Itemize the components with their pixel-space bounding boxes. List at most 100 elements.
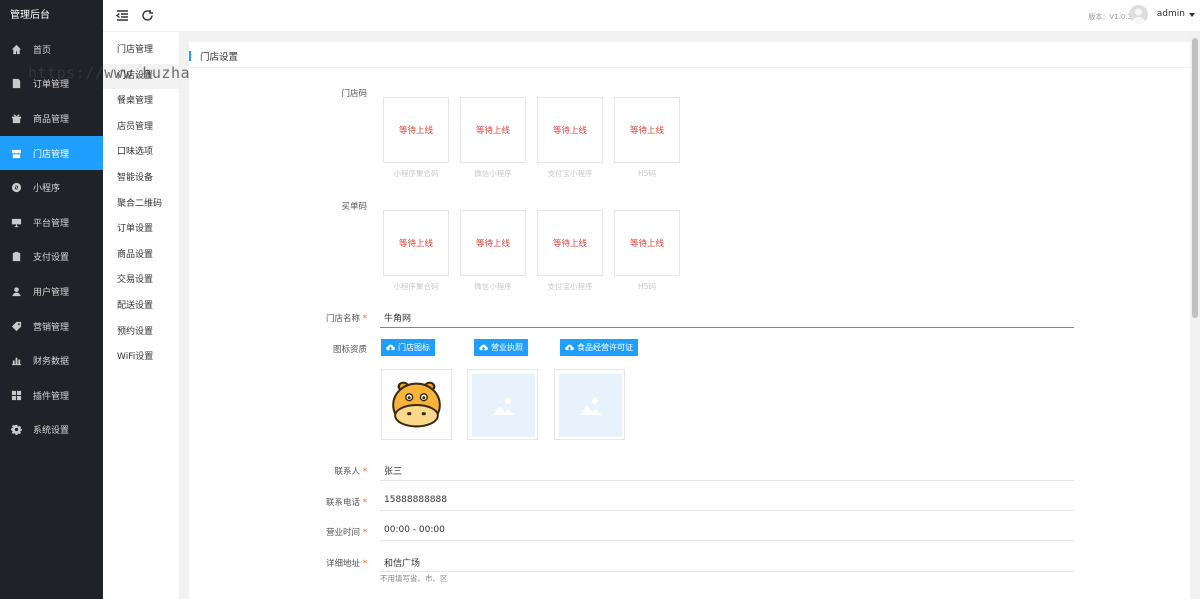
address-hint: 不用填写省、市、区 <box>380 574 448 583</box>
nav-item-label: 商品管理 <box>33 114 70 125</box>
chevron-down-icon[interactable] <box>1189 13 1195 17</box>
upload-button[interactable]: 门店图标 <box>381 339 435 356</box>
phone-underline <box>380 510 1074 511</box>
settings-card: 门店设置 门店码 等待上线 小程序聚合码 等待上线 微信小程序 等待上线 支付宝小程序 等待… <box>188 42 1190 599</box>
food-permit-preview[interactable] <box>554 369 625 440</box>
qr-code-caption: 微信小程序 <box>474 169 512 178</box>
qr-code-box[interactable]: 等待上线 <box>383 97 449 163</box>
gift-icon <box>11 113 22 124</box>
nav-item[interactable]: 支付设置 <box>0 240 103 275</box>
sub-menu-item[interactable]: 店员管理 <box>103 115 179 141</box>
store-code-label: 门店码 <box>341 89 367 99</box>
sub-menu-item[interactable]: 智能设备 <box>103 166 179 192</box>
upload-button[interactable]: 食品经营许可证 <box>560 339 638 356</box>
qr-code-caption: H5码 <box>638 282 656 291</box>
cloud-upload-icon <box>565 344 574 351</box>
upload-button-label: 门店图标 <box>398 343 430 352</box>
sub-menu-item[interactable]: WiFi设置 <box>103 345 179 371</box>
pay-code-label: 买单码 <box>341 202 367 212</box>
nav-item[interactable]: 系统设置 <box>0 413 103 448</box>
license-preview[interactable] <box>467 369 538 440</box>
upload-button[interactable]: 营业执照 <box>474 339 528 356</box>
scrollbar[interactable] <box>1190 32 1200 599</box>
phone-label: 联系电话 * <box>326 498 367 508</box>
contact-underline <box>380 480 1074 481</box>
version-label: 版本：V1.0.3 <box>1088 13 1132 21</box>
page-title: 门店设置 <box>188 49 238 63</box>
qr-code-box[interactable]: 等待上线 <box>537 97 603 163</box>
address-underline <box>380 571 1074 572</box>
hippo-logo-icon <box>392 381 441 428</box>
bar-chart-icon <box>11 355 22 366</box>
image-icon <box>492 397 515 415</box>
store-icon-preview[interactable] <box>381 369 452 440</box>
store-icon <box>11 148 22 159</box>
store-name-underline <box>380 327 1074 328</box>
qr-code-box[interactable]: 等待上线 <box>614 210 680 276</box>
nav-item[interactable]: 平台管理 <box>0 205 103 240</box>
contact-label: 联系人 * <box>334 467 367 477</box>
user-icon <box>11 286 22 297</box>
sub-menu-item[interactable]: 交易设置 <box>103 268 179 294</box>
nav-item-label: 小程序 <box>33 184 61 195</box>
qr-code-caption: 微信小程序 <box>474 282 512 291</box>
sub-menu-item[interactable]: 聚合二维码 <box>103 192 179 218</box>
scrollbar-thumb[interactable] <box>1192 38 1198 318</box>
miniapp-icon <box>11 182 22 193</box>
collapse-menu-icon[interactable] <box>115 9 129 22</box>
icon-res-label: 图标资质 <box>332 345 367 355</box>
image-placeholder <box>559 374 622 437</box>
nav-item[interactable]: 营销管理 <box>0 309 103 344</box>
sub-menu-item[interactable]: 门店管理 <box>103 38 179 64</box>
nav-item[interactable]: 首页 <box>0 32 103 67</box>
qr-code-caption: 小程序聚合码 <box>393 169 439 178</box>
nav-item[interactable]: 门店管理 <box>0 135 103 171</box>
user-name[interactable]: admin <box>1157 9 1185 19</box>
hours-input[interactable]: 00:00 - 00:00 <box>384 525 445 535</box>
title-divider <box>189 67 1190 68</box>
qr-code-box[interactable]: 等待上线 <box>383 210 449 276</box>
cloud-upload-icon <box>479 344 488 351</box>
phone-input[interactable]: 15888888888 <box>384 495 447 505</box>
sub-menu-item[interactable]: 商品设置 <box>103 243 179 269</box>
nav-item-label: 系统设置 <box>33 426 70 437</box>
nav-item[interactable]: 商品管理 <box>0 101 103 136</box>
sub-menu-item[interactable]: 配送设置 <box>103 294 179 320</box>
cloud-upload-icon <box>386 344 395 351</box>
sub-menu-item[interactable]: 餐桌管理 <box>103 89 179 115</box>
brand-title: 管理后台 <box>10 10 50 21</box>
qr-code-box[interactable]: 等待上线 <box>537 210 603 276</box>
nav-item-label: 首页 <box>33 45 52 56</box>
nav-item-label: 平台管理 <box>33 218 70 229</box>
contact-input[interactable]: 张三 <box>384 464 402 477</box>
sub-menu-item[interactable]: 订单设置 <box>103 217 179 243</box>
address-input[interactable]: 和信广场 <box>384 556 420 569</box>
nav-item-label: 支付设置 <box>33 253 70 264</box>
store-name-label: 门店名称 * <box>326 314 367 324</box>
qr-code-box[interactable]: 等待上线 <box>460 97 526 163</box>
top-header: 版本：V1.0.3 admin <box>103 0 1200 32</box>
sub-menu-item[interactable]: 口味选项 <box>103 140 179 166</box>
monitor-icon <box>11 217 22 228</box>
nav-item[interactable]: 用户管理 <box>0 274 103 309</box>
nav-item-label: 营销管理 <box>33 322 70 333</box>
wallet-icon <box>11 251 22 262</box>
hours-underline <box>380 540 1074 541</box>
refresh-icon[interactable] <box>141 9 154 22</box>
store-name-input[interactable]: 牛角网 <box>384 311 411 324</box>
nav-item[interactable]: 小程序 <box>0 170 103 205</box>
qr-code-box[interactable]: 等待上线 <box>460 210 526 276</box>
main-sidebar: 管理后台 首页 订单管理 商品管理 门店管理 小程序 平台管理 支付设置 用户管理 营销管理 财务… <box>0 0 103 599</box>
avatar[interactable] <box>1129 5 1148 24</box>
image-icon <box>579 397 602 415</box>
qr-code-caption: H5码 <box>638 169 656 178</box>
gear-icon <box>11 424 22 436</box>
hours-label: 营业时间 * <box>326 528 367 538</box>
qr-code-box[interactable]: 等待上线 <box>614 97 680 163</box>
sub-menu-item[interactable]: 预约设置 <box>103 320 179 346</box>
document-icon <box>11 78 22 89</box>
plugin-icon <box>11 390 22 401</box>
nav-item[interactable]: 财务数据 <box>0 343 103 378</box>
address-label: 详细地址 * <box>326 559 367 569</box>
nav-item[interactable]: 插件管理 <box>0 378 103 413</box>
